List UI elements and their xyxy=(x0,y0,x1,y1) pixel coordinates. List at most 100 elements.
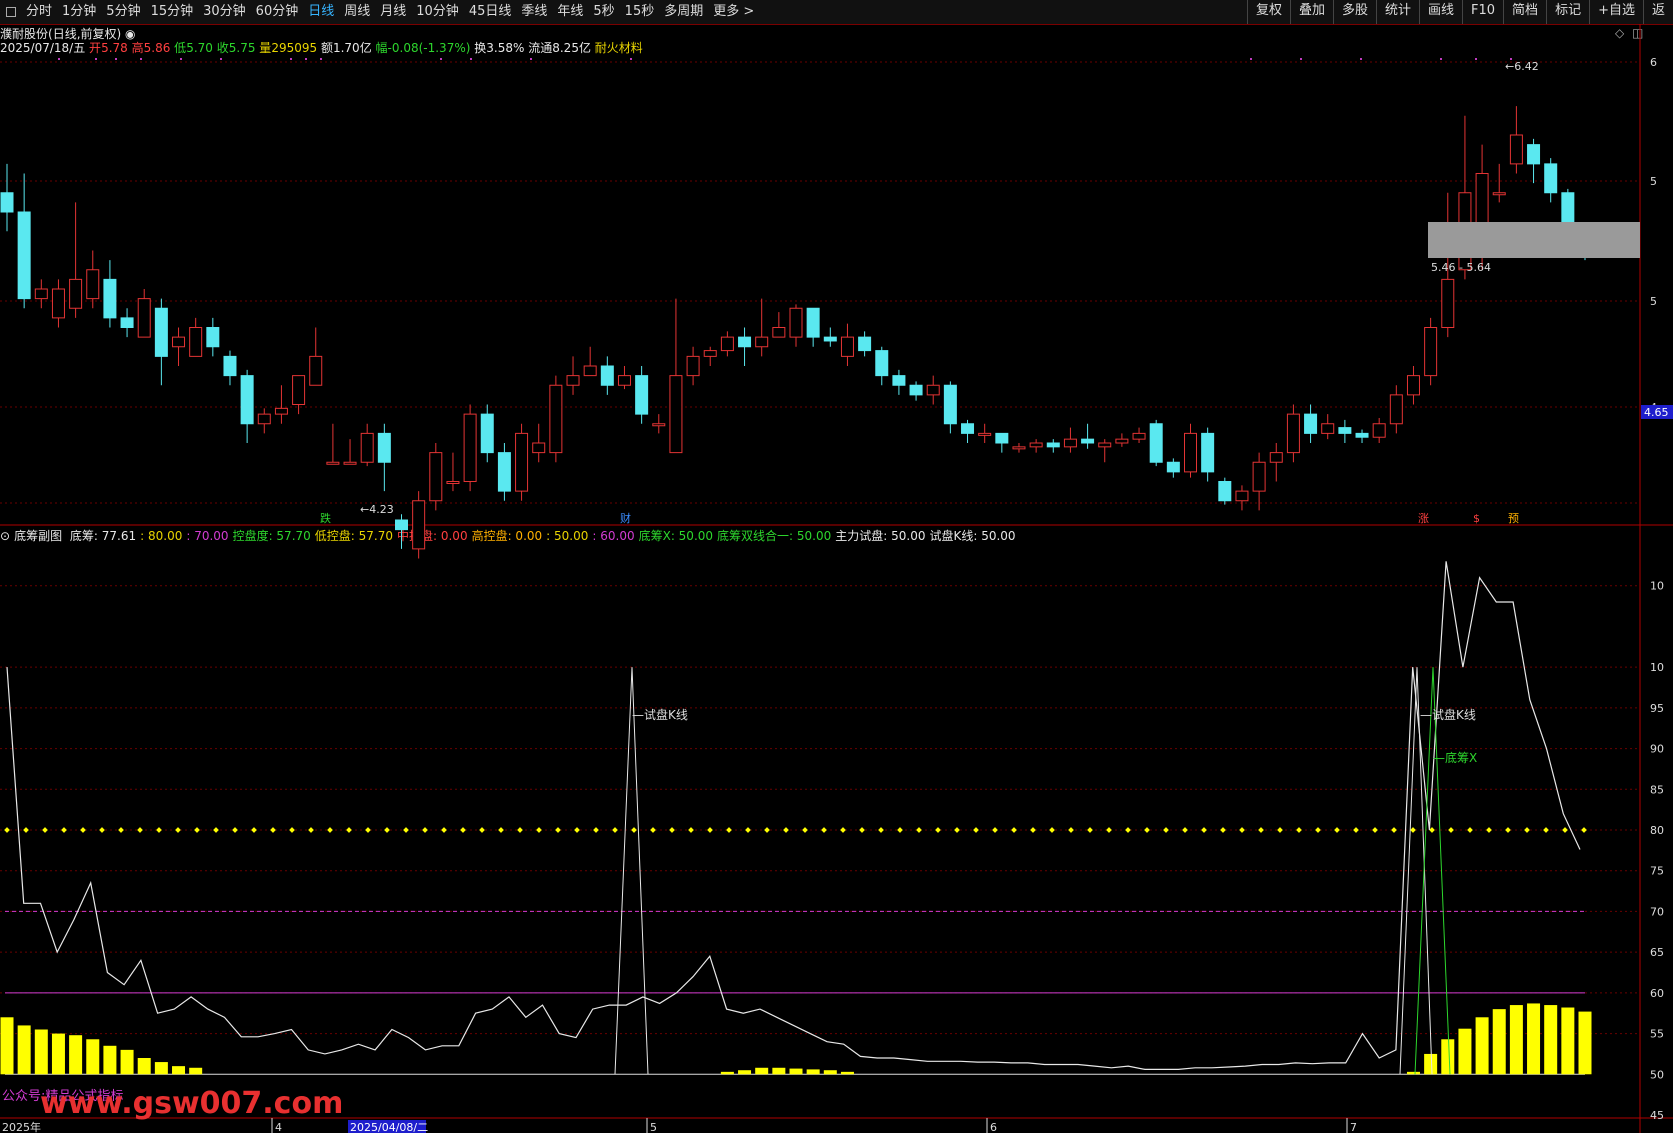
candle-body xyxy=(600,365,614,386)
candle-body xyxy=(1269,452,1283,463)
event-dot xyxy=(530,58,532,60)
candle-body xyxy=(1372,423,1386,438)
event-dot xyxy=(1360,58,1362,60)
ref-dot-80 xyxy=(1543,827,1549,833)
ref-dot-80 xyxy=(441,827,447,833)
event-dot xyxy=(440,58,442,60)
candle-body xyxy=(840,336,854,357)
candle-body xyxy=(0,192,14,213)
watermark-big: www.gsw007.com xyxy=(40,1086,343,1121)
candle-body xyxy=(274,407,288,415)
candle-body xyxy=(1166,461,1180,473)
ref-dot-80 xyxy=(61,827,67,833)
ref-dot-80 xyxy=(859,827,865,833)
ref-dot-80 xyxy=(251,827,257,833)
ref-dot-80 xyxy=(1353,827,1359,833)
ref-dot-80 xyxy=(1505,827,1511,833)
ref-dot-80 xyxy=(897,827,903,833)
ref-dot-80 xyxy=(308,827,314,833)
ref-dot-80 xyxy=(1068,827,1074,833)
candle-body xyxy=(858,336,872,352)
ref-dot-80 xyxy=(1581,827,1587,833)
ref-dot-80 xyxy=(289,827,295,833)
candle-body xyxy=(720,336,734,352)
event-marker: 预 xyxy=(1508,512,1519,525)
ind-label: 90 xyxy=(1650,743,1664,756)
xaxis-label: 5 xyxy=(650,1121,657,1133)
candle-body xyxy=(137,298,151,338)
event-dot xyxy=(1300,58,1302,60)
candle-body xyxy=(103,278,117,319)
ref-dot-80 xyxy=(384,827,390,833)
event-dot xyxy=(630,58,632,60)
candle-body xyxy=(583,365,597,377)
ind-label: 60 xyxy=(1650,987,1664,1000)
ref-dot-80 xyxy=(137,827,143,833)
chip-bar xyxy=(1406,1071,1420,1075)
candle-body xyxy=(377,432,391,463)
candle-body xyxy=(909,384,923,396)
ref-dot-80 xyxy=(1562,827,1568,833)
ref-dot-80 xyxy=(232,827,238,833)
high-marker: ←6.42 xyxy=(1505,60,1539,73)
ref-dot-80 xyxy=(1391,827,1397,833)
ref-dot-80 xyxy=(1011,827,1017,833)
candle-body xyxy=(1492,192,1506,196)
candle-body xyxy=(1406,375,1420,396)
candle-body xyxy=(1046,442,1060,448)
ind-label: 10 xyxy=(1650,661,1664,674)
ref-dot-80 xyxy=(1087,827,1093,833)
event-dot xyxy=(95,58,97,60)
xaxis-label: 2025年 xyxy=(2,1120,41,1133)
ref-dot-80 xyxy=(612,827,618,833)
event-dot xyxy=(320,58,322,60)
chart-canvas[interactable]: 65545.46 - 5.64←6.42←4.234.65跌财涨$预101095… xyxy=(0,0,1673,1133)
candle-body xyxy=(1286,413,1300,454)
event-marker: 涨 xyxy=(1418,512,1429,525)
chip-bar xyxy=(0,1017,14,1075)
chip-bar xyxy=(755,1067,769,1075)
chip-bar xyxy=(172,1066,186,1075)
candle-body xyxy=(86,269,100,300)
candle-body xyxy=(360,432,374,463)
candle-body xyxy=(1509,134,1523,165)
candle-body xyxy=(669,375,683,454)
candle-body xyxy=(1304,413,1318,434)
low-marker: ←4.23 xyxy=(360,503,394,516)
ind-label: 95 xyxy=(1650,702,1664,715)
event-dot xyxy=(140,58,142,60)
ind-label: 45 xyxy=(1650,1109,1664,1122)
candle-body xyxy=(532,442,546,454)
candle-body xyxy=(463,413,477,482)
candle-body xyxy=(892,375,906,386)
ref-dot-80 xyxy=(1182,827,1188,833)
ref-dot-80 xyxy=(1030,827,1036,833)
candle-body xyxy=(1355,432,1369,438)
candle-body xyxy=(17,211,31,300)
ref-dot-80 xyxy=(213,827,219,833)
ref-dot-80 xyxy=(669,827,675,833)
candle-body xyxy=(686,355,700,377)
candle-body xyxy=(995,432,1009,444)
ind-label: 50 xyxy=(1650,1068,1664,1081)
chip-bar xyxy=(806,1069,820,1075)
ref-dot-80 xyxy=(1144,827,1150,833)
price-label: 5 xyxy=(1650,175,1657,188)
ref-dot-80 xyxy=(403,827,409,833)
ref-dot-80 xyxy=(707,827,713,833)
candle-body xyxy=(446,481,460,484)
candle-body xyxy=(823,336,837,342)
price-label: 5 xyxy=(1650,295,1657,308)
chip-bar xyxy=(1544,1005,1558,1075)
ref-dot-80 xyxy=(422,827,428,833)
ref-dot-80 xyxy=(270,827,276,833)
ref-dot-80 xyxy=(1296,827,1302,833)
candle-body xyxy=(926,384,940,396)
ref-dot-80 xyxy=(935,827,941,833)
candle-body xyxy=(120,317,134,328)
candle-body xyxy=(738,336,752,348)
candle-body xyxy=(566,375,580,386)
ref-dot-80 xyxy=(80,827,86,833)
ref-dot-80 xyxy=(574,827,580,833)
ind-label: 70 xyxy=(1650,905,1664,918)
